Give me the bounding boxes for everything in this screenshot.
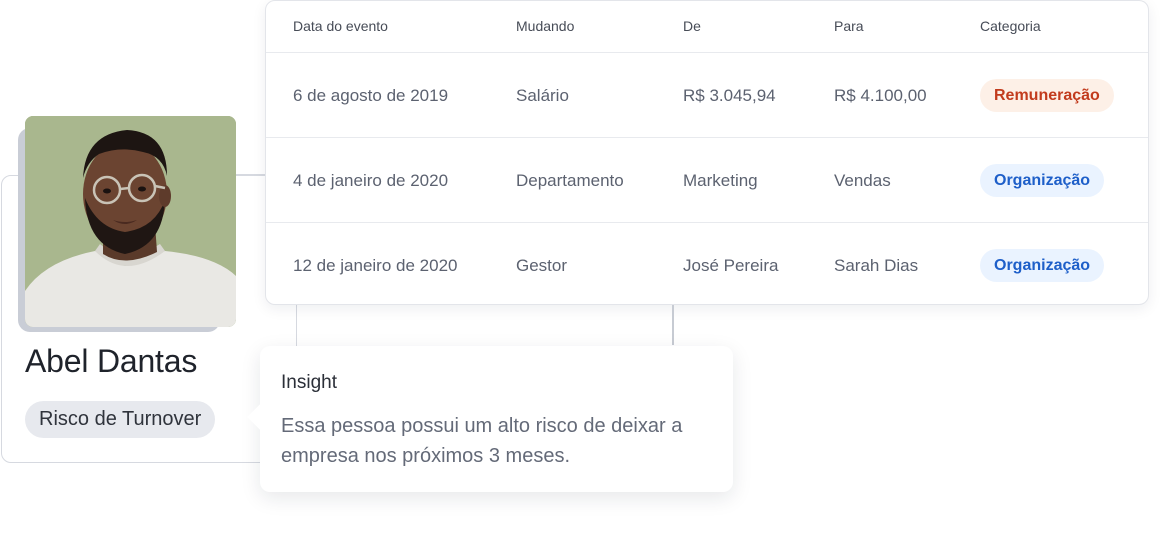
table-row: 6 de agosto de 2019 Salário R$ 3.045,94 …: [266, 53, 1148, 138]
insight-text: Essa pessoa possui um alto risco de deix…: [281, 415, 683, 467]
connector-line: [672, 305, 674, 345]
cell-to: Sarah Dias: [834, 256, 919, 275]
connector-line: [236, 174, 266, 176]
events-table: Data do evento Mudando De Para Categoria…: [265, 0, 1149, 305]
cell-date: 12 de janeiro de 2020: [293, 256, 458, 275]
insight-card: Insight Essa pessoa possui um alto risco…: [247, 346, 733, 492]
cell-date: 4 de janeiro de 2020: [293, 171, 449, 190]
person-avatar-image: [25, 116, 236, 327]
cell-changing: Departamento: [516, 171, 624, 190]
header-event-date: Data do evento: [293, 18, 388, 34]
header-to: Para: [834, 18, 864, 34]
profile-photo: [25, 116, 236, 327]
insight-title: Insight: [281, 372, 337, 393]
category-badge: Organização: [980, 164, 1105, 197]
cell-date: 6 de agosto de 2019: [293, 86, 449, 105]
cell-changing: Salário: [516, 86, 569, 105]
cell-to: Vendas: [834, 171, 891, 190]
category-badge: Remuneração: [980, 79, 1114, 112]
cell-to: R$ 4.100,00: [834, 86, 927, 105]
table-row: 4 de janeiro de 2020 Departamento Market…: [266, 138, 1148, 223]
header-category: Categoria: [980, 18, 1041, 34]
header-changing: Mudando: [516, 18, 575, 34]
table-header: Data do evento Mudando De Para Categoria: [266, 1, 1148, 53]
cell-from: Marketing: [683, 171, 758, 190]
category-badge: Organização: [980, 249, 1105, 282]
cell-changing: Gestor: [516, 256, 568, 275]
cell-from: R$ 3.045,94: [683, 86, 776, 105]
table-row: 12 de janeiro de 2020 Gestor José Pereir…: [266, 223, 1148, 308]
risk-badge: Risco de Turnover: [25, 401, 216, 438]
cell-from: José Pereira: [683, 256, 779, 275]
header-from: De: [683, 18, 701, 34]
person-name: Abel Dantas: [25, 343, 198, 379]
